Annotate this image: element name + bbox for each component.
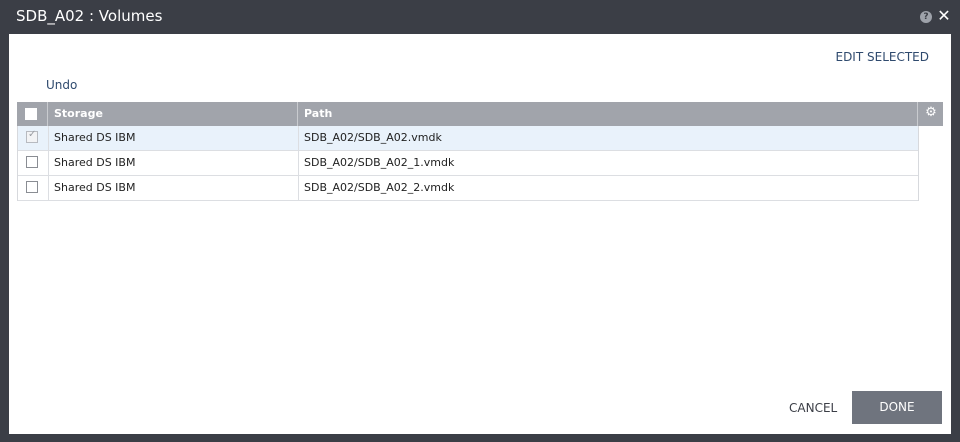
done-button[interactable]: DONE	[852, 391, 942, 424]
storage-cell: Shared DS IBM	[48, 126, 298, 150]
grid-settings-cell: ⚙	[917, 102, 943, 126]
storage-value: Shared DS IBM	[54, 181, 136, 194]
row-check-cell	[18, 126, 48, 150]
table-row[interactable]: Shared DS IBM SDB_A02/SDB_A02_2.vmdk	[18, 176, 918, 201]
path-value: SDB_A02/SDB_A02_1.vmdk	[304, 156, 455, 169]
path-value: SDB_A02/SDB_A02_2.vmdk	[304, 181, 455, 194]
help-icon[interactable]: ?	[920, 11, 932, 23]
path-cell: SDB_A02/SDB_A02.vmdk	[298, 126, 918, 150]
grid-header: Storage Path ⚙	[17, 102, 943, 126]
column-header-storage[interactable]: Storage	[47, 102, 297, 126]
header-select-all-cell	[17, 102, 47, 126]
table-row[interactable]: Shared DS IBM SDB_A02/SDB_A02_1.vmdk	[18, 151, 918, 176]
grid-body: Shared DS IBM SDB_A02/SDB_A02.vmdk Share…	[17, 126, 919, 201]
row-checkbox[interactable]	[26, 156, 38, 168]
path-value: SDB_A02/SDB_A02.vmdk	[304, 131, 442, 144]
dialog-body: EDIT SELECTED Undo Storage Path ⚙ ✓ Shar…	[9, 34, 951, 434]
close-icon[interactable]: ✕	[937, 7, 951, 25]
table-row[interactable]: Shared DS IBM SDB_A02/SDB_A02.vmdk	[18, 126, 918, 151]
storage-cell: Shared DS IBM	[48, 151, 298, 175]
column-header-label: Path	[304, 107, 333, 120]
column-header-label: Storage	[54, 107, 103, 120]
row-check-cell	[18, 151, 48, 175]
undo-link[interactable]: Undo	[46, 78, 77, 92]
row-checkbox[interactable]	[26, 129, 38, 143]
title-bar: SDB_A02 : Volumes ? ✕	[0, 0, 960, 34]
row-check-cell	[18, 176, 48, 200]
storage-value: Shared DS IBM	[54, 156, 136, 169]
edit-selected-button[interactable]: EDIT SELECTED	[835, 50, 929, 64]
storage-cell: Shared DS IBM	[48, 176, 298, 200]
path-cell: SDB_A02/SDB_A02_2.vmdk	[298, 176, 918, 200]
volumes-grid: Storage Path ⚙ Shared DS IBM SDB_A02/SDB…	[17, 102, 943, 201]
window-title: SDB_A02 : Volumes	[16, 7, 163, 25]
path-cell: SDB_A02/SDB_A02_1.vmdk	[298, 151, 918, 175]
cancel-button[interactable]: CANCEL	[789, 401, 837, 415]
select-all-checkbox[interactable]	[25, 108, 37, 120]
storage-value: Shared DS IBM	[54, 131, 136, 144]
column-header-path[interactable]: Path	[297, 102, 917, 126]
row-checkbox[interactable]	[26, 181, 38, 193]
gear-icon[interactable]: ⚙	[924, 106, 938, 120]
